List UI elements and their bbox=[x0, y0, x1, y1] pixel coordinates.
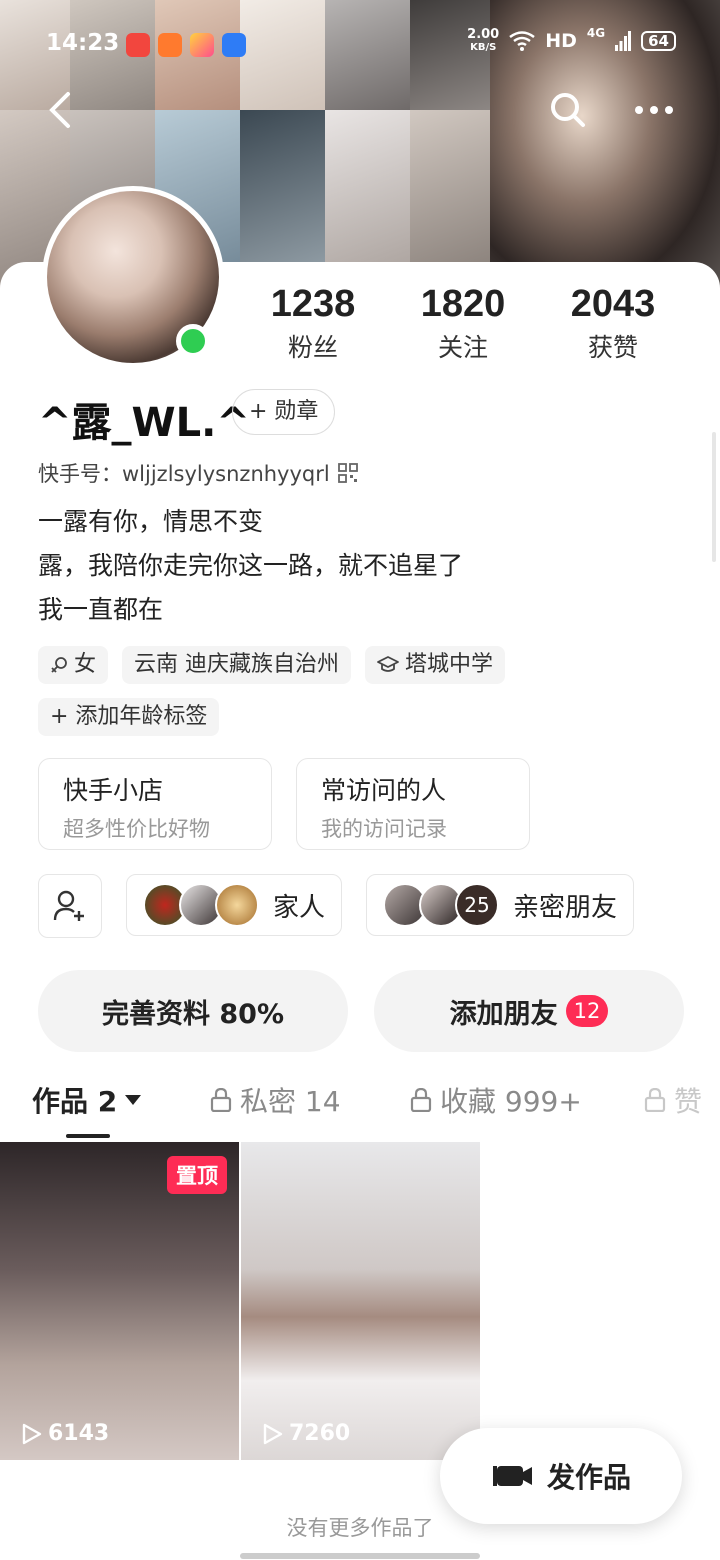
video-thumbnail[interactable]: 置顶 6143 bbox=[0, 1142, 239, 1460]
pinned-badge: 置顶 bbox=[167, 1156, 227, 1194]
network-hd: HD bbox=[545, 30, 577, 52]
member-avatar bbox=[215, 883, 259, 927]
works-grid: 置顶 6143 7260 bbox=[0, 1142, 720, 1462]
add-user-icon bbox=[53, 890, 84, 921]
status-bar: 14:23 2.00 KB/S HD 4G 64 bbox=[0, 0, 720, 86]
complete-profile-button[interactable]: 完善资料 80% bbox=[38, 970, 348, 1052]
kuaishou-id[interactable]: 快手号：wljjzlsylysnznhyyqrl bbox=[38, 458, 358, 488]
tag-school[interactable]: 塔城中学 bbox=[365, 646, 506, 684]
add-age-tag-row: + 添加年龄标签 bbox=[38, 698, 220, 736]
search-icon bbox=[551, 93, 585, 127]
add-badge-button[interactable]: + 勋章 bbox=[232, 389, 336, 435]
username: ^露_WL.^ bbox=[38, 400, 250, 446]
publish-work-button[interactable]: 发作品 bbox=[440, 1428, 682, 1524]
stat-following[interactable]: 1820 关注 bbox=[388, 282, 538, 364]
feature-cards: 快手小店 超多性价比好物 常访问的人 我的访问记录 bbox=[38, 758, 530, 850]
add-age-tag-button[interactable]: + 添加年龄标签 bbox=[38, 698, 220, 736]
signal-icon bbox=[615, 31, 632, 51]
video-app-icon bbox=[126, 33, 150, 57]
video-camera-icon bbox=[492, 1466, 532, 1486]
caret-down-icon bbox=[125, 1095, 142, 1105]
tag-location[interactable]: 云南 迪庆藏族自治州 bbox=[122, 646, 352, 684]
qr-code-icon[interactable] bbox=[337, 463, 358, 483]
browser-app-icon bbox=[222, 33, 246, 57]
status-indicators: 2.00 KB/S HD 4G 64 bbox=[467, 26, 676, 54]
more-dots-icon bbox=[635, 106, 673, 114]
home-indicator[interactable] bbox=[240, 1553, 480, 1559]
tab-likes[interactable]: 赞 bbox=[644, 1080, 702, 1120]
network-type: 4G bbox=[586, 26, 606, 40]
profile-stats: 1238 粉丝 1820 关注 2043 获赞 bbox=[238, 282, 688, 364]
lock-icon bbox=[410, 1088, 432, 1112]
play-icon bbox=[263, 1423, 283, 1444]
play-count: 6143 bbox=[22, 1421, 109, 1446]
battery-indicator: 64 bbox=[641, 31, 676, 51]
kuaishou-shop-card[interactable]: 快手小店 超多性价比好物 bbox=[38, 758, 272, 850]
add-friend-button[interactable]: 添加朋友 12 bbox=[374, 970, 684, 1052]
play-icon bbox=[22, 1423, 42, 1444]
frequent-visitors-card[interactable]: 常访问的人 我的访问记录 bbox=[296, 758, 530, 850]
shopping-app-icon bbox=[158, 33, 182, 57]
stat-likes[interactable]: 2043 获赞 bbox=[538, 282, 688, 364]
online-status-dot bbox=[176, 324, 210, 358]
notification-icons bbox=[126, 33, 246, 57]
back-button[interactable] bbox=[32, 82, 88, 138]
profile-actions: 完善资料 80% 添加朋友 12 bbox=[38, 970, 684, 1052]
kuaishou-id-text: 快手号：wljjzlsylysnznhyyqrl bbox=[38, 462, 330, 486]
chevron-left-icon bbox=[49, 92, 70, 128]
lock-icon bbox=[210, 1088, 232, 1112]
profile-tags: 女 云南 迪庆藏族自治州 塔城中学 bbox=[38, 646, 506, 684]
net-speed: 2.00 KB/S bbox=[467, 27, 500, 53]
female-icon bbox=[51, 657, 67, 673]
group-close-friends[interactable]: 25 亲密朋友 bbox=[366, 874, 635, 936]
stat-followers[interactable]: 1238 粉丝 bbox=[238, 282, 388, 364]
bio: 一露有你，情思不变 露，我陪你走完你这一路，就不追星了 我一直都在 bbox=[38, 500, 463, 632]
active-tab-indicator bbox=[66, 1134, 110, 1138]
tab-works[interactable]: 作品 2 bbox=[32, 1080, 142, 1120]
content-tabs: 作品 2 私密 14 收藏 999+ 赞 bbox=[0, 1080, 720, 1140]
tag-gender[interactable]: 女 bbox=[38, 646, 109, 684]
wifi-icon bbox=[509, 31, 535, 51]
friend-request-badge: 12 bbox=[565, 995, 609, 1027]
bio-line: 一露有你，情思不变 bbox=[38, 507, 264, 536]
tab-private[interactable]: 私密 14 bbox=[210, 1080, 341, 1120]
member-count: 25 bbox=[455, 883, 500, 927]
friend-groups: 家人 25 亲密朋友 bbox=[38, 874, 720, 938]
search-button[interactable] bbox=[540, 82, 596, 138]
tab-favorites[interactable]: 收藏 999+ bbox=[410, 1080, 582, 1120]
lock-icon bbox=[644, 1088, 666, 1112]
play-count: 7260 bbox=[263, 1421, 350, 1446]
kuaishou-icon bbox=[190, 33, 214, 57]
add-user-button[interactable] bbox=[38, 874, 102, 938]
video-thumbnail[interactable]: 7260 bbox=[241, 1142, 480, 1460]
bio-line: 我一直都在 bbox=[38, 595, 164, 624]
status-time: 14:23 bbox=[46, 30, 120, 56]
group-family[interactable]: 家人 bbox=[126, 874, 343, 936]
scrollbar[interactable] bbox=[712, 432, 716, 562]
graduation-cap-icon bbox=[377, 656, 399, 672]
bio-line: 露，我陪你走完你这一路，就不追星了 bbox=[38, 551, 464, 580]
more-button[interactable] bbox=[626, 82, 682, 138]
